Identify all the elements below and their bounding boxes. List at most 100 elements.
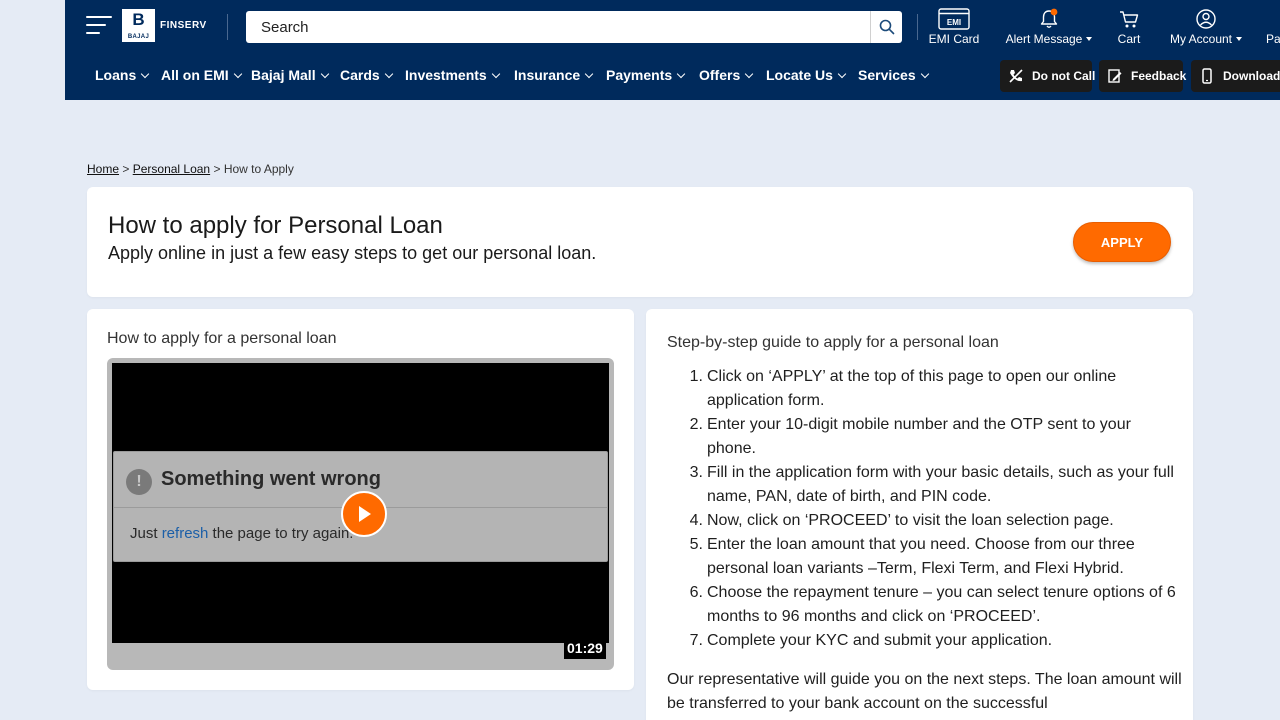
user-icon bbox=[1196, 9, 1216, 29]
my-account-button[interactable]: My Account bbox=[1164, 6, 1248, 50]
feedback-icon bbox=[1107, 67, 1123, 85]
nav-label: All on EMI bbox=[161, 67, 229, 83]
nav-label: Insurance bbox=[514, 67, 581, 83]
alert-dot bbox=[1050, 8, 1058, 16]
feedback-button[interactable]: Feedback bbox=[1099, 60, 1187, 92]
top-bar: B BAJAJ FINSERV EMI bbox=[65, 0, 1280, 54]
caret-down-icon bbox=[1236, 37, 1243, 41]
video-card: How to apply for a personal loan ! Somet… bbox=[87, 309, 634, 690]
download-app-label: Download t bbox=[1223, 69, 1280, 83]
download-app-button[interactable]: Download t bbox=[1191, 60, 1280, 92]
breadcrumb-separator: > bbox=[213, 162, 221, 176]
nav-item-services[interactable]: Services bbox=[858, 67, 929, 83]
video-duration: 01:29 bbox=[564, 638, 606, 659]
breadcrumb-personal-loan-link[interactable]: Personal Loan bbox=[133, 162, 210, 176]
steps-card: Step-by-step guide to apply for a person… bbox=[646, 309, 1193, 720]
search-bar bbox=[246, 11, 902, 43]
emi-card-icon: EMI bbox=[938, 8, 970, 30]
phone-icon bbox=[1199, 67, 1215, 85]
video-screen: ! Something went wrong Just refresh the … bbox=[112, 363, 609, 643]
chevron-down-icon bbox=[584, 69, 594, 78]
logo-brand-text: FINSERV bbox=[160, 20, 207, 31]
apply-button[interactable]: APPLY bbox=[1073, 222, 1171, 262]
do-not-call-button[interactable]: Do not Call bbox=[1000, 60, 1096, 92]
alert-message-label: Alert Message bbox=[1005, 32, 1083, 46]
step-number: 2. bbox=[689, 416, 703, 433]
search-button[interactable] bbox=[870, 11, 902, 43]
cart-button[interactable]: Cart bbox=[1111, 6, 1147, 50]
list-item: 5. Enter the loan amount that you need. C… bbox=[667, 533, 1177, 581]
error-title: Something went wrong bbox=[161, 468, 381, 490]
list-item: 2. Enter your 10-digit mobile number and … bbox=[667, 413, 1177, 461]
alert-message-button[interactable]: Alert Message bbox=[1002, 6, 1096, 50]
nav-item-offers[interactable]: Offers bbox=[699, 67, 754, 83]
feedback-label: Feedback bbox=[1131, 69, 1187, 83]
chevron-down-icon bbox=[384, 69, 393, 78]
step-number: 5. bbox=[689, 536, 703, 553]
nav-item-locate-us[interactable]: Locate Us bbox=[766, 67, 847, 83]
step-text: Complete your KYC and submit your applic… bbox=[707, 632, 1053, 649]
list-item: 6. Choose the repayment tenure – you can … bbox=[667, 581, 1177, 629]
bell-icon bbox=[1040, 8, 1058, 28]
hamburger-menu-icon[interactable] bbox=[86, 14, 112, 36]
nav-item-payments[interactable]: Payments bbox=[606, 67, 686, 83]
nav-label: Payments bbox=[606, 67, 673, 83]
svg-text:EMI: EMI bbox=[947, 18, 961, 27]
nav-item-loans[interactable]: Loans bbox=[95, 67, 150, 83]
error-message-suffix: the page to try again. bbox=[208, 525, 354, 542]
nav-label: Loans bbox=[95, 67, 137, 83]
play-icon bbox=[359, 506, 371, 522]
chevron-down-icon bbox=[744, 69, 754, 78]
step-text: Choose the repayment tenure – you can se… bbox=[707, 584, 1176, 625]
error-message-prefix: Just bbox=[130, 525, 162, 542]
nav-item-cards[interactable]: Cards bbox=[340, 67, 393, 83]
step-number: 3. bbox=[689, 464, 703, 481]
nav-label: Bajaj Mall bbox=[251, 67, 316, 83]
brand-logo[interactable]: B BAJAJ FINSERV bbox=[122, 9, 207, 42]
chevron-down-icon bbox=[920, 69, 929, 78]
step-text: Enter the loan amount that you need. Cho… bbox=[707, 536, 1135, 577]
breadcrumb: Home > Personal Loan > How to Apply bbox=[87, 162, 294, 176]
cart-icon bbox=[1120, 11, 1139, 28]
logo-subtext: BAJAJ bbox=[127, 34, 150, 40]
list-item: 7. Complete your KYC and submit your appl… bbox=[667, 629, 1177, 653]
chevron-down-icon bbox=[676, 69, 686, 78]
warning-icon: ! bbox=[126, 469, 152, 495]
caret-down-icon bbox=[1086, 37, 1093, 41]
list-item: 1. Click on ‘APPLY’ at the top of this pa… bbox=[667, 365, 1177, 413]
refresh-link[interactable]: refresh bbox=[162, 525, 209, 542]
step-text: Click on ‘APPLY’ at the top of this page… bbox=[707, 368, 1117, 409]
step-text: Now, click on ‘PROCEED’ to visit the loa… bbox=[707, 512, 1114, 529]
chevron-down-icon bbox=[140, 69, 150, 78]
error-message: Just refresh the page to try again. bbox=[130, 525, 353, 542]
divider bbox=[917, 14, 918, 40]
page-header-card: How to apply for Personal Loan Apply onl… bbox=[87, 187, 1193, 297]
steps-list: 1. Click on ‘APPLY’ at the top of this pa… bbox=[667, 365, 1177, 653]
page-title: How to apply for Personal Loan bbox=[108, 212, 443, 239]
breadcrumb-separator: > bbox=[122, 162, 130, 176]
chevron-down-icon bbox=[320, 69, 329, 78]
nav-item-insurance[interactable]: Insurance bbox=[514, 67, 594, 83]
video-player[interactable]: ! Something went wrong Just refresh the … bbox=[107, 358, 614, 670]
nav-item-all-on-emi[interactable]: All on EMI bbox=[161, 67, 242, 83]
step-number: 4. bbox=[689, 512, 703, 529]
emi-card-button[interactable]: EMI EMI Card bbox=[927, 6, 981, 50]
my-account-label: My Account bbox=[1169, 32, 1233, 46]
nav-label: Investments bbox=[405, 67, 487, 83]
nav-label: Cards bbox=[340, 67, 380, 83]
nav-item-investments[interactable]: Investments bbox=[405, 67, 500, 83]
logo-mark: B BAJAJ bbox=[122, 9, 155, 42]
chevron-down-icon bbox=[491, 69, 500, 78]
emi-card-label: EMI Card bbox=[928, 32, 980, 46]
breadcrumb-home-link[interactable]: Home bbox=[87, 162, 119, 176]
nav-label: Locate Us bbox=[766, 67, 833, 83]
play-button[interactable] bbox=[341, 491, 387, 537]
search-input[interactable] bbox=[246, 11, 870, 43]
chevron-down-icon bbox=[233, 69, 242, 78]
main-nav: Loans All on EMI Bajaj Mall Cards Invest… bbox=[65, 54, 1280, 100]
pay-button[interactable]: Pa bbox=[1266, 6, 1280, 50]
video-heading: How to apply for a personal loan bbox=[107, 330, 337, 347]
do-not-call-label: Do not Call bbox=[1032, 69, 1096, 83]
nav-item-bajaj-mall[interactable]: Bajaj Mall bbox=[251, 67, 329, 83]
divider bbox=[227, 14, 228, 40]
